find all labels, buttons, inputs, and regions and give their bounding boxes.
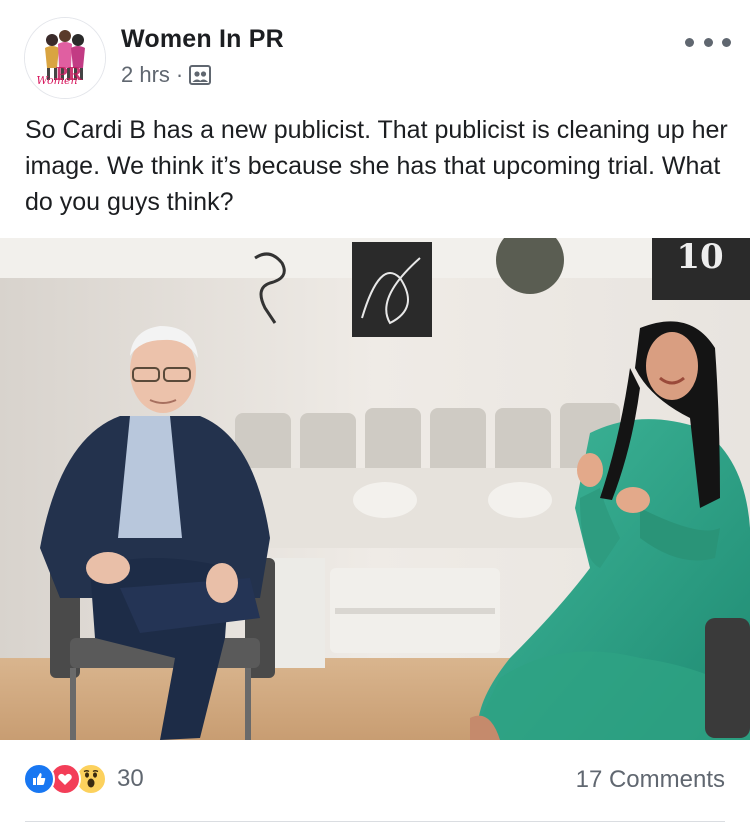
like-icon [23,763,55,795]
post-meta: 2 hrs · [121,61,212,89]
meta-separator: · [175,62,184,87]
more-options-button[interactable] [685,28,731,56]
post-text: So Cardi B has a new publicist. That pub… [25,116,728,216]
reaction-count: 30 [117,765,144,792]
page-logo-icon: PR Women [25,18,105,98]
photo-image: 10 [0,238,750,740]
post-footer: 30 17 Comments [0,740,750,824]
page-name-link[interactable]: Women In PR [121,25,284,54]
page-avatar[interactable]: PR Women [24,17,106,99]
comments-count-link[interactable]: 17 Comments [576,766,725,794]
svg-text:Women: Women [36,74,77,87]
footer-divider [25,821,725,822]
more-dot-icon [703,37,713,47]
public-group-icon [189,65,212,85]
more-dot-icon [722,37,731,47]
svg-text:10: 10 [676,238,723,277]
post-timestamp[interactable]: 2 hrs [121,62,170,88]
post-photo[interactable]: 10 [0,238,750,740]
post-header: PR Women Women In PR 2 hrs · [0,0,750,105]
more-dot-icon [685,37,694,47]
reactions-summary[interactable]: 30 [23,763,144,795]
